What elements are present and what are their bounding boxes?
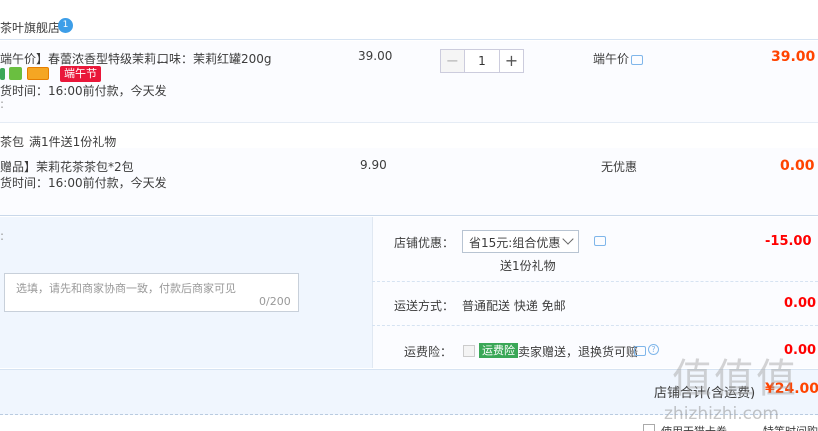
message-counter: 0/200 (259, 295, 291, 308)
shipping-amount: 0.00 (784, 296, 817, 311)
shipping-method[interactable]: 普通配送 快递 免邮 (462, 297, 566, 314)
guarantee-icon (9, 67, 22, 80)
shop-badge-icon[interactable]: 1 (58, 18, 73, 33)
quantity-input[interactable] (465, 50, 499, 72)
insurance-checkbox[interactable] (463, 345, 475, 357)
chat-icon[interactable] (631, 55, 643, 65)
message-box[interactable]: 选填，请先和商家协商一致，付款后商家可见 0/200 (4, 273, 299, 312)
shop-discount-amount: -15.00 (765, 234, 812, 249)
chevron-down-icon (562, 233, 574, 245)
coupon-label[interactable]: 使用天猫卡券 (661, 423, 727, 431)
divider (372, 325, 818, 326)
service-tag-icon (0, 68, 5, 80)
increase-button[interactable]: + (499, 50, 523, 72)
shop-header (0, 0, 818, 40)
festival-tag: 端午节 (60, 66, 101, 82)
insurance-label: 运费险： (404, 345, 453, 359)
chat-icon[interactable] (594, 236, 606, 246)
discount-select[interactable]: 省15元:组合优惠 (462, 230, 579, 253)
item-title[interactable]: 端午价】春蕾浓香型特级茉莉… (0, 50, 168, 67)
unit-price: 9.90 (360, 158, 387, 172)
delivery-time: 货时间：16:00前付款，今天发 (0, 84, 167, 98)
item-subtotal: 39.00 (771, 49, 816, 65)
shipping-label: 运送方式： (394, 299, 455, 313)
footer-right-text: 特等时间购买 (763, 423, 818, 431)
gift-note: 送1份礼物 (500, 259, 556, 273)
site-watermark: 值值值 (672, 356, 798, 402)
message-label-fragment: : (0, 229, 5, 243)
quantity-stepper[interactable]: − + (440, 49, 524, 73)
insurance-text: 卖家赠送，退换货可赔 (518, 345, 639, 359)
coupon-checkbox[interactable] (643, 424, 655, 431)
unit-price: 39.00 (358, 49, 393, 63)
chat-icon[interactable] (634, 346, 646, 356)
watermark-url: zhizhizhi.com (664, 404, 779, 424)
shop-name[interactable]: 茶叶旗舰店 (0, 19, 60, 36)
decrease-button[interactable]: − (441, 50, 465, 72)
help-icon[interactable]: ? (648, 344, 659, 355)
more-indicator: : (0, 97, 5, 111)
delivery-time: 货时间：16:00前付款，今天发 (0, 176, 167, 190)
discount-label: 无优惠 (601, 160, 638, 174)
discount-select-value: 省15元:组合优惠 (469, 236, 561, 250)
credit-card-icon (27, 67, 49, 80)
insurance-tag: 运费险 (479, 343, 518, 358)
shop-discount-label: 店铺优惠： (394, 236, 455, 250)
item-subtotal: 0.00 (780, 158, 815, 174)
item-spec: 口味：茉莉红罐200g (157, 52, 272, 66)
divider (372, 281, 818, 282)
item-title[interactable]: 赠品】茉莉花茶茶包*2包 (0, 158, 134, 175)
discount-label: 端午价 (593, 52, 630, 66)
message-placeholder: 选填，请先和商家协商一致，付款后商家可见 (16, 282, 236, 295)
